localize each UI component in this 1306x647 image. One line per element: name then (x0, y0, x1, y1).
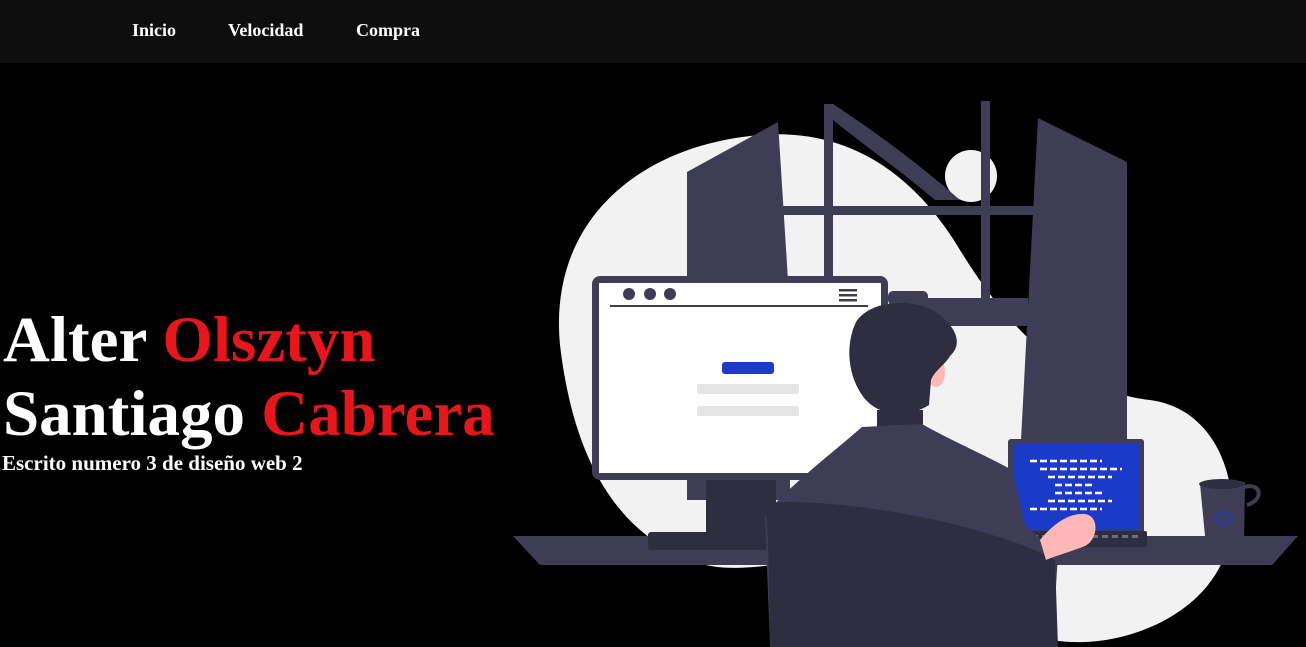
monitor-stand-base (648, 532, 768, 550)
browser-dot-2 (644, 288, 656, 300)
monitor-screen (599, 283, 881, 473)
menu-icon-bar-1 (839, 289, 857, 292)
browser-dot-1 (623, 288, 635, 300)
lamp-arm-joint (888, 291, 928, 305)
browser-dot-3 (664, 288, 676, 300)
mug-body (1200, 482, 1245, 546)
mug-rim (1199, 479, 1245, 489)
screen-line-2 (697, 406, 799, 416)
menu-icon-bar-2 (839, 294, 857, 297)
screen-blue-button (722, 362, 774, 374)
window-frame-bar (770, 206, 1038, 215)
screen-line-1 (697, 384, 799, 394)
mug-handle (1243, 484, 1261, 507)
browser-address-line (610, 305, 868, 307)
menu-icon-bar-3 (839, 299, 857, 302)
developer-illustration (513, 101, 1298, 647)
